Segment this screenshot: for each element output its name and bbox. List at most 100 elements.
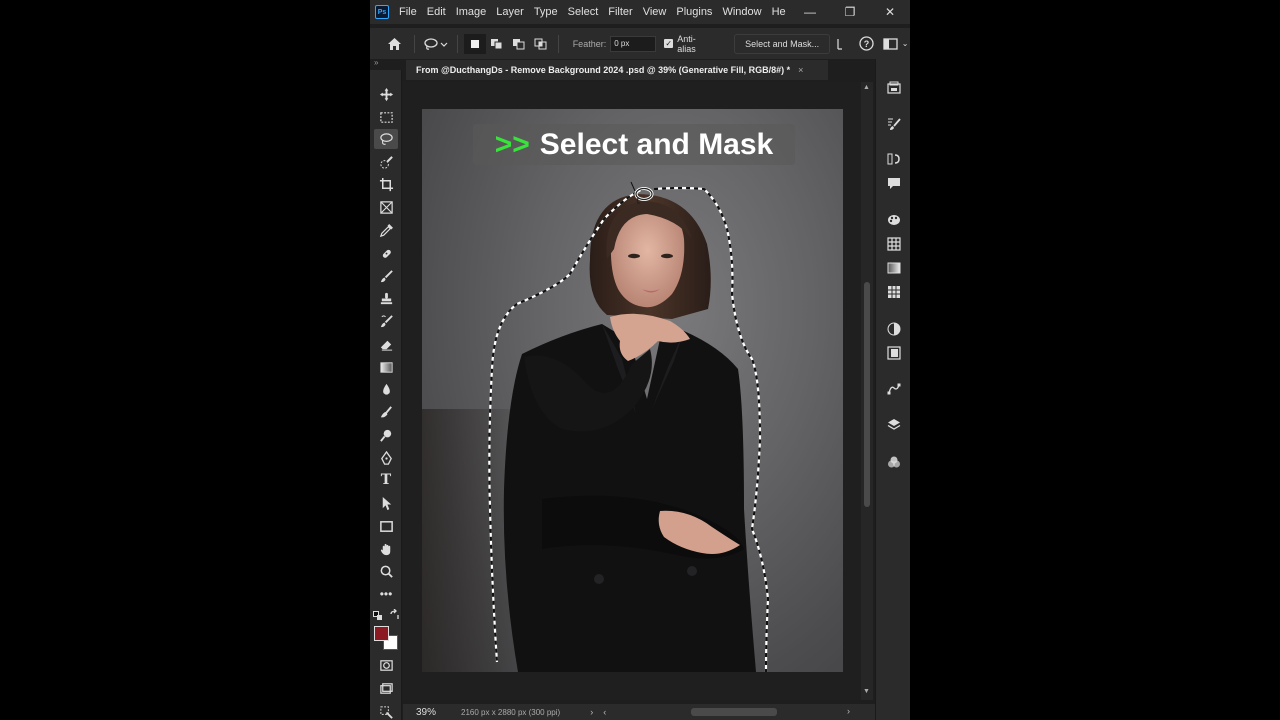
edit-toolbar-icon[interactable]	[374, 702, 398, 720]
chevron-down-icon[interactable]: ⌄	[900, 34, 910, 54]
photoshop-logo: Ps	[375, 5, 389, 19]
vertical-scroll-thumb[interactable]	[864, 282, 870, 507]
type-tool-icon[interactable]: T	[374, 470, 398, 490]
menu-file[interactable]: File	[399, 6, 417, 18]
horizontal-scroll-thumb[interactable]	[691, 708, 777, 716]
document-tab[interactable]: From @DucthangDs - Remove Background 202…	[406, 60, 828, 80]
menu-edit[interactable]: Edit	[427, 6, 446, 18]
brush-settings-panel-icon[interactable]	[884, 115, 904, 133]
marquee-tool-icon[interactable]	[374, 107, 398, 127]
quick-selection-tool-icon[interactable]	[374, 152, 398, 172]
libraries-panel-icon[interactable]	[884, 79, 904, 97]
scroll-down-icon[interactable]: ▼	[863, 688, 870, 695]
eyedropper-tool-icon[interactable]	[374, 220, 398, 240]
workspace-icon[interactable]	[880, 34, 900, 54]
lasso-preset-icon[interactable]	[421, 34, 451, 54]
color-panel-icon[interactable]	[884, 211, 904, 229]
menu-bar: Ps File Edit Image Layer Type Select Fil…	[370, 0, 910, 24]
status-menu-arrow-icon[interactable]: ›	[590, 707, 593, 717]
options-bar: Feather: ✓ Anti-alias Select and Mask...…	[370, 28, 910, 59]
menu-image[interactable]: Image	[456, 6, 487, 18]
divider	[413, 34, 415, 53]
lasso-tool-icon[interactable]	[374, 129, 398, 149]
channels-panel-icon[interactable]	[884, 453, 904, 471]
menu-type[interactable]: Type	[534, 6, 558, 18]
feather-label: Feather:	[572, 38, 607, 49]
select-and-mask-button[interactable]: Select and Mask...	[734, 33, 831, 54]
menu-window[interactable]: Window	[722, 6, 761, 18]
dodge-tool-icon[interactable]	[374, 425, 398, 445]
help-icon[interactable]: ?	[856, 34, 876, 54]
cursor-icon	[832, 34, 848, 54]
menu-plugins[interactable]: Plugins	[676, 6, 712, 18]
menu-layer[interactable]: Layer	[496, 6, 524, 18]
screen-mode-icon[interactable]	[374, 678, 398, 698]
svg-text:?: ?	[863, 39, 869, 49]
move-tool-icon[interactable]	[374, 84, 398, 104]
feather-input[interactable]	[610, 35, 657, 52]
window-controls: — ❐ ✕	[790, 0, 910, 24]
zoom-tool-icon[interactable]	[374, 561, 398, 581]
swap-colors-icon[interactable]	[389, 607, 400, 619]
gradients-panel-icon[interactable]	[884, 259, 904, 277]
swatches-panel-icon[interactable]	[884, 235, 904, 253]
scroll-left-icon[interactable]: ‹	[603, 707, 606, 717]
new-selection-icon[interactable]	[463, 33, 486, 54]
foreground-color-swatch[interactable]	[374, 626, 389, 641]
add-to-selection-icon[interactable]	[486, 34, 508, 54]
crop-tool-icon[interactable]	[374, 174, 398, 194]
minimize-button[interactable]: —	[790, 0, 830, 24]
scroll-right-icon[interactable]: ›	[847, 706, 850, 716]
path-selection-tool-icon[interactable]	[374, 493, 398, 513]
antialias-checkbox[interactable]: ✓	[664, 39, 674, 48]
history-brush-tool-icon[interactable]	[374, 311, 398, 331]
hand-tool-icon[interactable]	[374, 539, 398, 559]
zoom-level[interactable]: 39%	[416, 707, 436, 718]
menu-help[interactable]: He	[772, 6, 786, 18]
clone-stamp-tool-icon[interactable]	[374, 288, 398, 308]
default-colors-icon[interactable]	[373, 608, 383, 620]
document-canvas[interactable]: >> Select and Mask	[422, 109, 843, 672]
subtract-from-selection-icon[interactable]	[508, 34, 530, 54]
quick-mask-icon[interactable]	[374, 655, 398, 675]
tools-panel: T •••	[370, 70, 402, 720]
close-document-icon[interactable]: ×	[798, 65, 803, 75]
patterns-panel-icon[interactable]	[884, 283, 904, 301]
overlay-caption: >> Select and Mask	[473, 124, 795, 165]
eraser-tool-icon[interactable]	[374, 334, 398, 354]
document-size: 2160 px x 2880 px (300 ppi)	[461, 707, 561, 717]
pen-tool-icon[interactable]	[374, 448, 398, 468]
adjustments-panel-icon[interactable]	[884, 320, 904, 338]
healing-brush-tool-icon[interactable]	[374, 243, 398, 263]
comments-panel-icon[interactable]	[884, 174, 904, 192]
overlay-arrow: >>	[494, 127, 530, 161]
status-bar: 39% 2160 px x 2880 px (300 ppi) › ‹ ›	[403, 704, 875, 720]
styles-panel-icon[interactable]	[884, 344, 904, 362]
photoshop-window: Ps File Edit Image Layer Type Select Fil…	[370, 0, 910, 720]
panel-dock	[875, 59, 910, 720]
menu-select[interactable]: Select	[568, 6, 599, 18]
antialias-label: Anti-alias	[677, 33, 696, 54]
home-icon[interactable]	[382, 34, 408, 54]
menu-filter[interactable]: Filter	[608, 6, 632, 18]
intersect-selection-icon[interactable]	[530, 34, 552, 54]
portrait-photo	[422, 181, 770, 672]
paths-panel-icon[interactable]	[884, 380, 904, 398]
scroll-up-icon[interactable]: ▲	[863, 84, 870, 91]
canvas-area[interactable]: >> Select and Mask	[403, 82, 861, 700]
divider	[557, 34, 559, 53]
blur-tool-icon[interactable]	[374, 379, 398, 399]
layers-panel-icon[interactable]	[884, 416, 904, 434]
rectangle-tool-icon[interactable]	[374, 516, 398, 536]
expand-panel-icon[interactable]: »	[374, 58, 378, 67]
vertical-scrollbar[interactable]: ▲ ▼	[861, 82, 873, 700]
close-window-button[interactable]: ✕	[870, 0, 910, 24]
properties-panel-icon[interactable]	[884, 150, 904, 168]
gradient-tool-icon[interactable]	[374, 357, 398, 377]
frame-tool-icon[interactable]	[374, 197, 398, 217]
restore-button[interactable]: ❐	[830, 0, 870, 24]
smudge-tool-icon[interactable]	[374, 402, 398, 422]
more-tools-icon[interactable]: •••	[374, 584, 398, 604]
brush-tool-icon[interactable]	[374, 266, 398, 286]
menu-view[interactable]: View	[643, 6, 667, 18]
